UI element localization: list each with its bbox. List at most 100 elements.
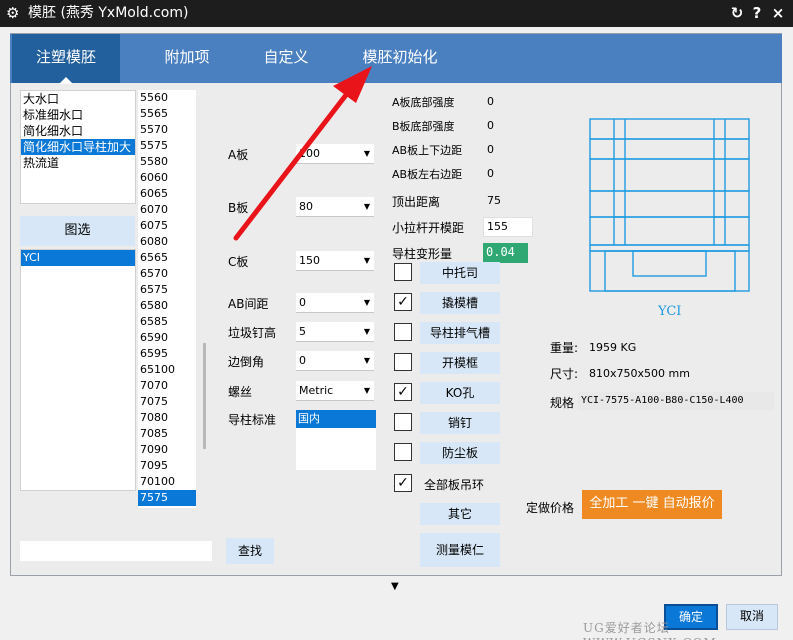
close-icon[interactable]: × bbox=[769, 3, 787, 23]
list-item-selected[interactable]: 国内 bbox=[296, 410, 376, 428]
chamfer-combo[interactable]: 0 ▼ bbox=[296, 351, 374, 371]
option-checkbox-checked[interactable]: ✓ bbox=[394, 474, 412, 492]
tab-custom[interactable]: 自定义 bbox=[246, 34, 326, 83]
size-list[interactable]: 5560 5565 5570 5575 5580 6060 6065 6070 … bbox=[138, 90, 196, 508]
ab-gap-value: 0 bbox=[299, 296, 306, 309]
dowel-pin-button[interactable]: 销钉 bbox=[420, 412, 500, 434]
tab-additional[interactable]: 附加项 bbox=[132, 34, 242, 83]
weight-value: 1959 KG bbox=[589, 341, 637, 354]
a-plate-combo[interactable]: 100 ▼ bbox=[296, 144, 374, 164]
list-item[interactable]: 6590 bbox=[138, 330, 196, 346]
list-item[interactable]: 7085 bbox=[138, 426, 196, 442]
guide-std-list[interactable]: 国内 bbox=[296, 410, 376, 470]
list-item[interactable]: 简化细水口 bbox=[21, 123, 135, 139]
open-frame-button[interactable]: 开模框 bbox=[420, 352, 500, 374]
list-item[interactable]: 6570 bbox=[138, 266, 196, 282]
chamfer-value: 0 bbox=[299, 354, 306, 367]
list-item[interactable]: 5580 bbox=[138, 154, 196, 170]
measure-insert-button[interactable]: 测量模仁 bbox=[420, 533, 500, 567]
series-list[interactable]: YCI bbox=[20, 249, 136, 491]
list-item[interactable]: 6060 bbox=[138, 170, 196, 186]
list-item[interactable]: 70100 bbox=[138, 474, 196, 490]
list-item[interactable]: 6565 bbox=[138, 250, 196, 266]
guide-std-label: 导柱标准 bbox=[228, 413, 277, 427]
list-item[interactable]: 7090 bbox=[138, 442, 196, 458]
list-item[interactable]: 6580 bbox=[138, 298, 196, 314]
search-button[interactable]: 查找 bbox=[226, 538, 274, 564]
auto-quote-button[interactable]: 全加工 一键 自动报价 bbox=[582, 490, 722, 519]
size-list-scrollbar[interactable] bbox=[203, 343, 206, 449]
trash-pin-combo[interactable]: 5 ▼ bbox=[296, 322, 374, 342]
list-item-selected[interactable]: YCI bbox=[21, 250, 135, 266]
thread-combo[interactable]: Metric ▼ bbox=[296, 381, 374, 401]
size-value: 810x750x500 mm bbox=[589, 367, 690, 380]
pry-slot-button[interactable]: 撬模槽 bbox=[420, 292, 500, 314]
c-plate-combo[interactable]: 150 ▼ bbox=[296, 251, 374, 271]
ko-hole-button[interactable]: KO孔 bbox=[420, 382, 500, 404]
watermark: UG爱好者论坛 WWW.UGSNX.COM bbox=[583, 621, 716, 640]
option-checkbox[interactable] bbox=[394, 413, 412, 431]
expand-icon[interactable]: ▼ bbox=[391, 581, 399, 592]
option-checkbox-checked[interactable]: ✓ bbox=[394, 293, 412, 311]
list-item[interactable]: 7095 bbox=[138, 458, 196, 474]
option-checkbox[interactable] bbox=[394, 263, 412, 281]
all-plate-eyebolt-label: 全部板吊环 bbox=[424, 478, 485, 492]
trash-pin-label: 垃圾钉高 bbox=[228, 326, 277, 340]
thread-label: 螺丝 bbox=[228, 385, 253, 399]
list-item[interactable]: 6065 bbox=[138, 186, 196, 202]
option-checkbox[interactable] bbox=[394, 353, 412, 371]
ab-gap-label: AB间距 bbox=[228, 297, 269, 311]
eject-distance-label: 顶出距离 bbox=[392, 195, 441, 209]
b-plate-combo[interactable]: 80 ▼ bbox=[296, 197, 374, 217]
list-item[interactable]: 6075 bbox=[138, 218, 196, 234]
size-label: 尺寸: bbox=[550, 367, 579, 381]
list-item-selected[interactable]: 简化细水口导柱加大 bbox=[21, 139, 135, 155]
ab-vertical-margin-value: 0 bbox=[487, 143, 494, 156]
spec-value: YCI-7575-A100-B80-C150-L400 bbox=[578, 392, 774, 410]
gear-icon[interactable]: ⚙ bbox=[6, 4, 22, 22]
mold-base-diagram bbox=[589, 118, 750, 292]
search-input[interactable] bbox=[20, 541, 212, 561]
trash-pin-value: 5 bbox=[299, 325, 306, 338]
ab-gap-combo[interactable]: 0 ▼ bbox=[296, 293, 374, 313]
center-bushing-button[interactable]: 中托司 bbox=[420, 262, 500, 284]
tab-injection-mold-base[interactable]: 注塑模胚 bbox=[12, 34, 120, 84]
list-item[interactable]: 6575 bbox=[138, 282, 196, 298]
option-checkbox[interactable] bbox=[394, 323, 412, 341]
pull-rod-input[interactable]: 155 bbox=[483, 217, 533, 237]
chevron-down-icon: ▼ bbox=[363, 298, 370, 307]
refresh-icon[interactable]: ↻ bbox=[728, 3, 746, 23]
option-checkbox-checked[interactable]: ✓ bbox=[394, 383, 412, 401]
option-checkbox[interactable] bbox=[394, 443, 412, 461]
mold-type-list[interactable]: 大水口 标准细水口 简化细水口 简化细水口导柱加大 热流道 bbox=[20, 90, 136, 204]
b-plate-value: 80 bbox=[299, 200, 313, 213]
other-button[interactable]: 其它 bbox=[420, 503, 500, 525]
list-item[interactable]: 5565 bbox=[138, 106, 196, 122]
list-item[interactable]: 7075 bbox=[138, 394, 196, 410]
price-label: 定做价格 bbox=[526, 501, 575, 515]
list-item[interactable]: 热流道 bbox=[21, 155, 135, 171]
help-icon[interactable]: ? bbox=[748, 3, 766, 23]
chevron-down-icon: ▼ bbox=[363, 386, 370, 395]
chamfer-label: 边倒角 bbox=[228, 355, 265, 369]
tab-initialize[interactable]: 模胚初始化 bbox=[340, 34, 460, 83]
pick-button[interactable]: 图选 bbox=[20, 216, 135, 246]
title-bar: ⚙ 模胚 (燕秀 YxMold.com) ↻ ? × bbox=[0, 0, 793, 27]
list-item[interactable]: 7070 bbox=[138, 378, 196, 394]
chevron-down-icon: ▼ bbox=[363, 149, 370, 158]
list-item[interactable]: 标准细水口 bbox=[21, 107, 135, 123]
list-item[interactable]: 65100 bbox=[138, 362, 196, 378]
list-item[interactable]: 6595 bbox=[138, 346, 196, 362]
list-item-selected[interactable]: 7575 bbox=[138, 490, 196, 506]
list-item[interactable]: 7080 bbox=[138, 410, 196, 426]
list-item[interactable]: 6070 bbox=[138, 202, 196, 218]
guide-deform-label: 导柱变形量 bbox=[392, 247, 453, 261]
list-item[interactable]: 6585 bbox=[138, 314, 196, 330]
list-item[interactable]: 6080 bbox=[138, 234, 196, 250]
list-item[interactable]: 大水口 bbox=[21, 91, 135, 107]
list-item[interactable]: 5575 bbox=[138, 138, 196, 154]
list-item[interactable]: 5560 bbox=[138, 90, 196, 106]
dust-plate-button[interactable]: 防尘板 bbox=[420, 442, 500, 464]
list-item[interactable]: 5570 bbox=[138, 122, 196, 138]
guide-vent-button[interactable]: 导柱排气槽 bbox=[420, 322, 500, 344]
